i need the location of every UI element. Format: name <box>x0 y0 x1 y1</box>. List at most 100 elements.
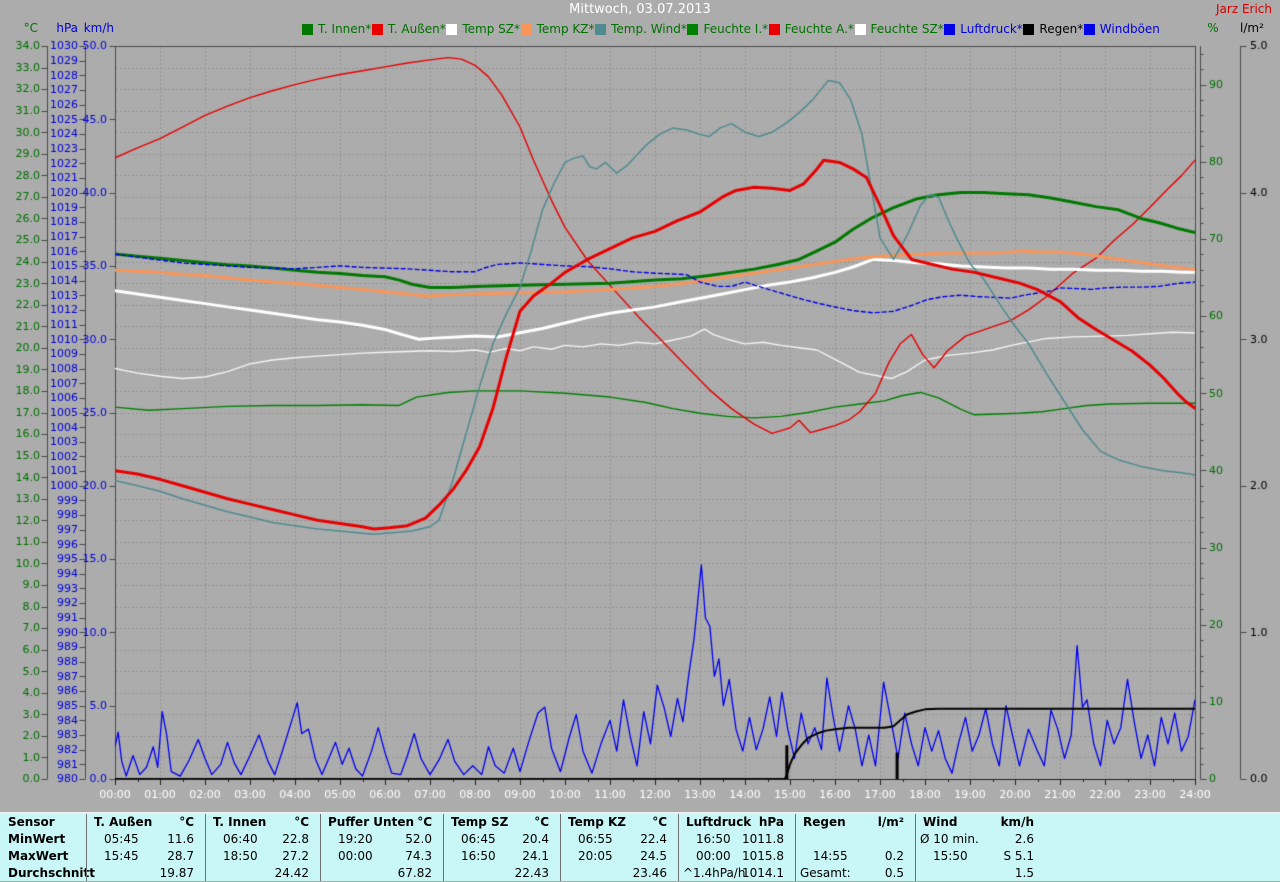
stats-cell-value: 22.4 <box>640 832 667 846</box>
legend-label: Feuchte I.* <box>703 22 769 36</box>
stats-cell-value: 22.8 <box>282 832 309 846</box>
stats-cell-time: 20:05 <box>578 849 613 863</box>
stats-group-puffer-unten: Puffer Unten °C 19:20 52.0 00:00 74.3 67.82 <box>320 814 444 881</box>
stats-cell-value: 24.5 <box>640 849 667 863</box>
stats-cell-value: 1014.1 <box>742 866 784 880</box>
feuchte-i-swatch-icon <box>687 23 699 35</box>
weather-chart-canvas <box>0 40 1280 812</box>
stats-col-unit: °C <box>417 815 432 829</box>
stats-cell-value: 11.6 <box>167 832 194 846</box>
stats-col-header: Temp KZ <box>568 815 627 829</box>
stats-cell-value: 20.4 <box>522 832 549 846</box>
legend-item-windboeen: Windböen <box>1083 22 1160 36</box>
stats-col-unit: °C <box>294 815 309 829</box>
stats-cell-time: 16:50 <box>461 849 496 863</box>
stats-cell-time: 00:00 <box>338 849 373 863</box>
feuchte-sz-swatch-icon <box>854 23 866 35</box>
stats-col-header: Temp SZ <box>451 815 509 829</box>
stats-cell-time: 15:50 <box>933 849 968 863</box>
author-label: Jarz Erich <box>1216 2 1272 16</box>
stats-row-label: MaxWert <box>8 849 69 863</box>
legend-item-temp-kz: Temp KZ* <box>520 22 595 36</box>
stats-cell-time: 05:45 <box>104 832 139 846</box>
regen-swatch-icon <box>1023 23 1035 35</box>
stats-cell-time: 15:45 <box>104 849 139 863</box>
legend-bar: °C hPa km/h T. Innen* T. Außen* Temp SZ* Te… <box>0 18 1280 40</box>
stats-col-header: T. Außen <box>94 815 153 829</box>
stats-group-t-au-en: T. Außen °C 05:45 11.6 15:45 28.7 19.87 <box>86 814 206 881</box>
stats-row-labels: Sensor MinWert MaxWert Durchschnitt <box>0 814 95 881</box>
stats-col-header: Wind <box>923 815 958 829</box>
stats-cell-value: 0.5 <box>884 866 904 880</box>
stats-col-header: Puffer Unten <box>328 815 414 829</box>
stats-group-wind: Wind km/h Ø 10 min. 2.6 15:50 S 5.1 1.5 <box>915 814 1046 881</box>
stats-cell-value: 1.5 <box>1014 866 1034 880</box>
legend: T. Innen* T. Außen* Temp SZ* Temp KZ* Temp. … <box>302 20 1160 38</box>
stats-cell-time: 06:40 <box>223 832 258 846</box>
legend-label: T. Innen* <box>318 22 372 36</box>
stats-cell-value: 27.2 <box>282 849 309 863</box>
stats-group-temp-sz: Temp SZ °C 06:45 20.4 16:50 24.1 22.43 <box>443 814 561 881</box>
legend-item-t-aussen: T. Außen* <box>371 22 446 36</box>
axis-unit-lm2: l/m² <box>1240 21 1264 35</box>
stats-col-unit: °C <box>652 815 667 829</box>
legend-item-feuchte-sz: Feuchte SZ* <box>854 22 944 36</box>
stats-cell-time: 16:50 <box>696 832 731 846</box>
stats-row-label: Durchschnitt <box>8 866 96 880</box>
stats-table: Sensor MinWert MaxWert Durchschnitt T. Außen… <box>0 812 1280 881</box>
stats-cell-value: 1011.8 <box>742 832 784 846</box>
stats-cell-time: Ø 10 min. <box>920 832 979 846</box>
stats-cell-value: 19.87 <box>159 866 194 880</box>
page-title: Mittwoch, 03.07.2013 <box>569 2 711 17</box>
stats-cell-time: 19:20 <box>338 832 373 846</box>
luftdruck-swatch-icon <box>944 23 956 35</box>
stats-group-luftdruck: Luftdruck hPa 16:50 1011.8 00:00 1015.8 ^1.4hP… <box>678 814 796 881</box>
stats-cell-value: 23.46 <box>632 866 667 880</box>
axis-unit-hpa: hPa <box>56 21 78 35</box>
stats-group-t-innen: T. Innen °C 06:40 22.8 18:50 27.2 24.42 <box>205 814 321 881</box>
stats-col-unit: °C <box>534 815 549 829</box>
legend-label: Temp KZ* <box>536 22 595 36</box>
legend-label: Feuchte SZ* <box>870 22 944 36</box>
stats-col-header: Regen <box>803 815 846 829</box>
axis-unit-kmh: km/h <box>83 21 114 35</box>
stats-cell-value: 0.2 <box>884 849 904 863</box>
temp-sz-swatch-icon <box>446 23 458 35</box>
legend-item-feuchte-a: Feuchte A.* <box>768 22 854 36</box>
stats-col-unit: °C <box>179 815 194 829</box>
stats-cell-value: 67.82 <box>397 866 432 880</box>
axis-unit-percent: % <box>1207 21 1219 35</box>
stats-cell-value: 28.7 <box>167 849 194 863</box>
stats-col-header: T. Innen <box>213 815 267 829</box>
legend-item-temp-wind: Temp. Wind* <box>595 22 687 36</box>
stats-cell-value: 74.3 <box>405 849 432 863</box>
legend-label: Windböen <box>1099 22 1160 36</box>
legend-item-regen: Regen* <box>1023 22 1083 36</box>
t-innen-swatch-icon <box>302 23 313 35</box>
legend-label: Luftdruck* <box>960 22 1023 36</box>
stats-col-header: Luftdruck <box>686 815 752 829</box>
windboeen-swatch-icon <box>1083 23 1095 35</box>
stats-group-temp-kz: Temp KZ °C 06:55 22.4 20:05 24.5 23.46 <box>560 814 679 881</box>
legend-label: Regen* <box>1039 22 1084 36</box>
stats-row-label: Sensor <box>8 815 55 829</box>
legend-item-temp-sz: Temp SZ* <box>446 22 520 36</box>
legend-item-luftdruck: Luftdruck* <box>944 22 1023 36</box>
stats-cell-value: 24.42 <box>274 866 309 880</box>
stats-col-unit: km/h <box>1000 815 1034 829</box>
stats-cell-value: 24.1 <box>522 849 549 863</box>
stats-row-label: MinWert <box>8 832 66 846</box>
stats-cell-time: 06:45 <box>461 832 496 846</box>
legend-label: Temp. Wind* <box>611 22 687 36</box>
legend-label: Temp SZ* <box>462 22 521 36</box>
stats-cell-time: 18:50 <box>223 849 258 863</box>
stats-col-unit: l/m² <box>877 815 904 829</box>
stats-cell-value: 52.0 <box>405 832 432 846</box>
axis-unit-celsius: °C <box>23 21 38 35</box>
stats-cell-time: 06:55 <box>578 832 613 846</box>
legend-label: Feuchte A.* <box>784 22 854 36</box>
stats-group-regen: Regen l/m² 14:55 0.2 Gesamt: 0.5 <box>795 814 916 881</box>
legend-item-feuchte-i: Feuchte I.* <box>687 22 768 36</box>
stats-cell-value: 22.43 <box>514 866 549 880</box>
stats-cell-value: S 5.1 <box>1003 849 1034 863</box>
